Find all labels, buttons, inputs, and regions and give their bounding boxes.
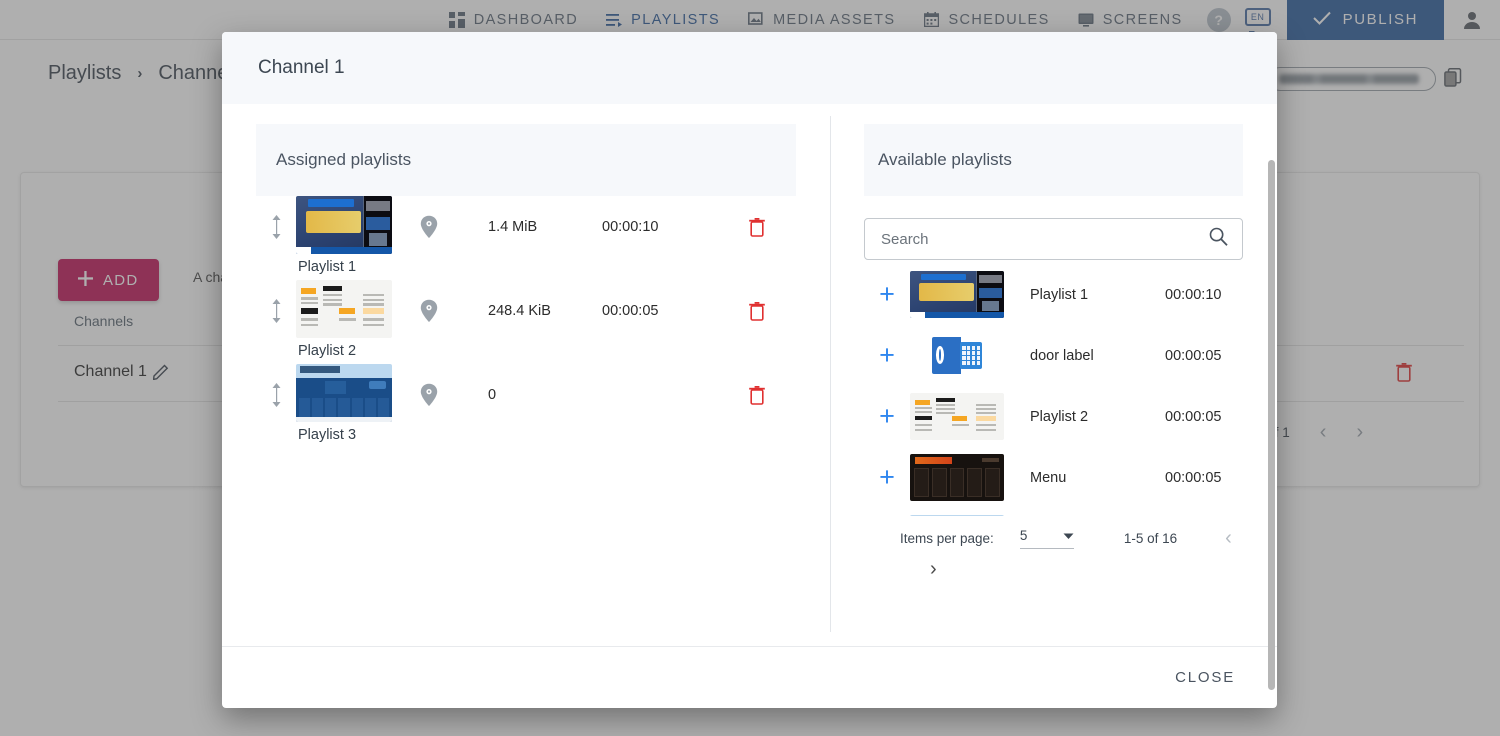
assigned-playlist-size: 248.4 KiB <box>488 303 551 319</box>
reorder-icon[interactable] <box>256 196 296 258</box>
reorder-icon[interactable] <box>256 364 296 426</box>
available-playlist-row[interactable]: + Playlist 3 <box>864 508 1243 516</box>
available-playlists-title-label: Available playlists <box>878 150 1012 169</box>
dialog-footer: CLOSE <box>222 646 1277 708</box>
assigned-playlist-row: Playlist 1 1.4 MiB 00:00:10 <box>256 196 796 280</box>
items-per-page-select[interactable]: 5 <box>1019 527 1074 549</box>
playlist-thumbnail-outlook-logo <box>910 332 1004 379</box>
close-button[interactable]: CLOSE <box>1159 659 1251 696</box>
available-playlist-name: Playlist 2 <box>1030 408 1089 425</box>
available-playlists-title: Available playlists <box>864 124 1243 196</box>
playlist-thumbnail-schedule-board <box>296 280 392 338</box>
search-icon[interactable] <box>1209 227 1228 251</box>
playlist-thumbnail-weather-board <box>910 515 1004 516</box>
search-box[interactable] <box>864 218 1243 260</box>
add-playlist-icon[interactable]: + <box>864 401 910 432</box>
assigned-playlist-thumb-wrap: Playlist 2 <box>296 280 406 359</box>
add-playlist-icon[interactable]: + <box>864 279 910 310</box>
available-paginator: Items per page: 5 1-5 of 16 ‹ <box>864 516 1243 560</box>
channel-playlists-dialog: Channel 1 Assigned playlists Playlist 1 … <box>222 32 1277 708</box>
reorder-icon[interactable] <box>256 280 296 342</box>
assigned-playlist-name: Playlist 1 <box>298 259 357 275</box>
assigned-playlist-name: Playlist 2 <box>298 343 357 359</box>
available-paginator-prev[interactable]: ‹ <box>1225 527 1232 550</box>
available-playlist-name: Playlist 1 <box>1030 286 1089 303</box>
assigned-playlists-title: Assigned playlists <box>256 124 796 196</box>
playlist-thumbnail-exam-day-good-luck <box>910 271 1004 318</box>
dialog-scrollbar-thumb[interactable] <box>1268 160 1275 690</box>
available-playlist-duration: 00:00:05 <box>1165 469 1222 486</box>
pane-divider <box>830 116 831 632</box>
available-playlist-row[interactable]: + door label 00:00:05 <box>864 325 1243 386</box>
available-playlist-duration: 00:00:05 <box>1165 347 1222 364</box>
available-playlist-duration: 00:00:05 <box>1165 408 1222 425</box>
location-pin-icon[interactable] <box>406 280 452 342</box>
assigned-playlists-pane: Assigned playlists Playlist 1 1.4 MiB 00… <box>222 104 830 646</box>
dialog-title: Channel 1 <box>258 57 345 78</box>
available-playlist-name: door label <box>1030 347 1094 364</box>
delete-icon[interactable] <box>722 280 792 342</box>
add-playlist-icon[interactable]: + <box>864 340 910 371</box>
available-playlists-pane: Available playlists + Playlist 1 <box>830 104 1277 646</box>
assigned-playlist-duration: 00:00:10 <box>602 219 659 235</box>
playlist-thumbnail-weather-board <box>296 364 392 422</box>
delete-icon[interactable] <box>722 196 792 258</box>
available-paginator-next[interactable]: › <box>930 558 937 580</box>
available-playlists-list: + Playlist 1 00:00:10 + door label 00:00… <box>864 264 1243 516</box>
add-playlist-icon[interactable]: + <box>864 462 910 493</box>
playlist-thumbnail-schedule-board <box>910 393 1004 440</box>
items-per-page-value: 5 <box>1019 527 1028 543</box>
playlist-thumbnail-menu-board <box>910 454 1004 501</box>
assigned-playlist-size: 0 <box>488 387 497 403</box>
dialog-header: Channel 1 <box>222 32 1277 104</box>
location-pin-icon[interactable] <box>406 196 452 258</box>
assigned-playlists-title-label: Assigned playlists <box>276 150 412 169</box>
search-input[interactable] <box>879 229 1209 249</box>
chevron-down-icon <box>1063 528 1074 543</box>
dialog-body: Assigned playlists Playlist 1 1.4 MiB 00… <box>222 104 1277 690</box>
playlist-thumbnail-exam-day-good-luck <box>296 196 392 254</box>
assigned-playlist-row: Playlist 3 0 <box>256 364 796 448</box>
assigned-playlist-row: Playlist 2 248.4 KiB 00:00:05 <box>256 280 796 364</box>
available-paginator-range: 1-5 of 16 <box>1123 530 1178 546</box>
assigned-playlist-thumb-wrap: Playlist 3 <box>296 364 406 443</box>
assigned-playlist-size: 1.4 MiB <box>488 219 538 235</box>
delete-icon[interactable] <box>722 364 792 426</box>
assigned-playlist-name: Playlist 3 <box>298 427 357 443</box>
available-playlist-duration: 00:00:10 <box>1165 286 1222 303</box>
available-playlist-row[interactable]: + Menu 00:00:05 <box>864 447 1243 508</box>
assigned-playlist-duration: 00:00:05 <box>602 303 659 319</box>
available-playlist-name: Menu <box>1030 469 1067 486</box>
location-pin-icon[interactable] <box>406 364 452 426</box>
available-playlist-row[interactable]: + Playlist 2 00:00:05 <box>864 386 1243 447</box>
available-playlist-row[interactable]: + Playlist 1 00:00:10 <box>864 264 1243 325</box>
items-per-page-label: Items per page: <box>900 530 994 546</box>
assigned-playlist-thumb-wrap: Playlist 1 <box>296 196 406 275</box>
